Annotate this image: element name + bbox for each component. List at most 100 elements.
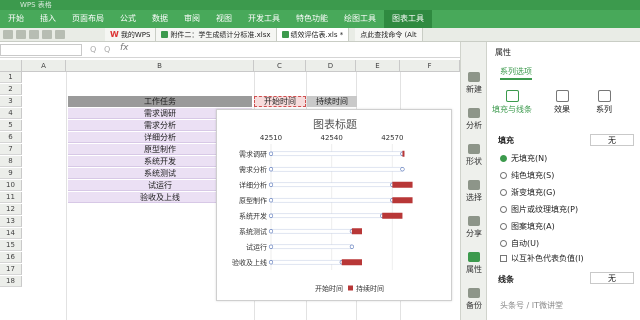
start-bar <box>270 244 353 250</box>
category-label: 系统测试 <box>239 227 267 236</box>
tab-series[interactable]: 系列 <box>584 90 624 115</box>
menu-page-layout[interactable]: 页面布局 <box>64 10 112 28</box>
command-search[interactable]: 点此查找命令 (Alt <box>355 28 423 41</box>
menu-drawing-tools[interactable]: 绘图工具 <box>336 10 384 28</box>
invert-negative-checkbox[interactable]: 以互补色代表负值(I) <box>500 253 584 264</box>
menu-chart-tools[interactable]: 图表工具 <box>384 10 432 28</box>
column-header[interactable]: C <box>254 60 306 72</box>
option-gradient-fill[interactable]: 渐变填充(G) <box>500 187 555 198</box>
tab-my-wps[interactable]: W 我的WPS <box>105 28 157 41</box>
row-header[interactable]: 2 <box>0 84 22 95</box>
menu-data[interactable]: 数据 <box>144 10 176 28</box>
menu-formula[interactable]: 公式 <box>112 10 144 28</box>
row-header[interactable]: 7 <box>0 144 22 155</box>
corner-cell[interactable] <box>0 60 22 72</box>
gantt-chart[interactable]: 图表标题 42510 42540 42570 需求调研 需求分析 详细分析 原型制作 系统开发系… <box>216 109 452 301</box>
row-header[interactable]: 18 <box>0 276 22 287</box>
tab-effects[interactable]: 效果 <box>542 90 582 115</box>
tab-label: 点此查找命令 (Alt <box>360 30 417 39</box>
open-icon[interactable] <box>3 30 13 39</box>
row-header[interactable]: 8 <box>0 156 22 167</box>
side-toolbar: 新建 分析 形状 选择 分享 属性 备份 <box>460 42 486 320</box>
tab-fill-line[interactable]: 填充与线条 <box>492 90 532 115</box>
tool-shapes[interactable]: 形状 <box>461 144 487 167</box>
option-solid-fill[interactable]: 纯色填充(S) <box>500 170 554 181</box>
option-label: 渐变填充(G) <box>511 188 556 197</box>
tool-label: 备份 <box>466 301 482 310</box>
row-header[interactable]: 14 <box>0 228 22 239</box>
column-header[interactable]: D <box>306 60 356 72</box>
menu-developer[interactable]: 开发工具 <box>240 10 288 28</box>
option-no-fill[interactable]: 无填充(N) <box>500 153 547 164</box>
tool-properties[interactable]: 属性 <box>461 252 487 275</box>
name-box[interactable] <box>0 44 82 56</box>
menu-special[interactable]: 特色功能 <box>288 10 336 28</box>
menu-home[interactable]: 开始 <box>0 10 32 28</box>
duration-bar <box>351 228 362 235</box>
tool-label: 分享 <box>466 229 482 238</box>
tool-share[interactable]: 分享 <box>461 216 487 239</box>
line-value-select[interactable]: 无 <box>590 272 634 284</box>
column-header[interactable]: F <box>400 60 460 72</box>
row-header[interactable]: 16 <box>0 252 22 263</box>
tab-performance-file[interactable]: 绩效评估表.xls * <box>276 28 350 41</box>
row-header[interactable]: 9 <box>0 168 22 179</box>
tool-new[interactable]: 新建 <box>461 72 487 95</box>
fill-section-label[interactable]: 填充 <box>498 135 514 146</box>
row-header[interactable]: 1 <box>0 72 22 83</box>
column-header[interactable]: E <box>356 60 400 72</box>
header-cell-start[interactable]: 开始时间 <box>254 96 306 107</box>
category-label: 原型制作 <box>239 196 267 205</box>
menu-insert[interactable]: 插入 <box>32 10 64 28</box>
chart-title: 图表标题 <box>313 117 357 131</box>
category-label: 需求调研 <box>239 149 267 158</box>
spreadsheet-grid[interactable]: A B C D E F 1 2 3 4 5 6 7 8 9 10 11 12 1… <box>0 60 460 320</box>
header-cell-task[interactable]: 工作任务 <box>68 96 252 107</box>
row-header[interactable]: 10 <box>0 180 22 191</box>
tool-backup[interactable]: 备份 <box>461 288 487 311</box>
tool-select[interactable]: 选择 <box>461 180 487 203</box>
column-header[interactable]: B <box>66 60 254 72</box>
app-title: WPS 表格 <box>20 1 52 9</box>
row-header[interactable]: 11 <box>0 192 22 203</box>
radio-icon <box>500 206 507 213</box>
row-header[interactable]: 6 <box>0 132 22 143</box>
row-header[interactable]: 12 <box>0 204 22 215</box>
option-auto[interactable]: 自动(U) <box>500 238 539 249</box>
zoom-icon-2[interactable]: Q <box>104 45 110 54</box>
row-header[interactable]: 13 <box>0 216 22 227</box>
line-section-label[interactable]: 线条 <box>498 274 514 285</box>
header-cell-duration[interactable]: 持续时间 <box>307 96 357 107</box>
sheet-file-icon <box>161 31 169 38</box>
new-icon <box>468 72 480 82</box>
tool-analysis[interactable]: 分析 <box>461 108 487 131</box>
row-header[interactable]: 17 <box>0 264 22 275</box>
column-header[interactable]: A <box>22 60 66 72</box>
radio-icon <box>500 189 507 196</box>
menu-review[interactable]: 审阅 <box>176 10 208 28</box>
function-icon[interactable]: fx <box>120 43 129 53</box>
undo-icon[interactable] <box>42 30 52 39</box>
row-header[interactable]: 4 <box>0 108 22 119</box>
series-bars-icon <box>597 90 611 102</box>
tab-grading-file[interactable]: 附件二：学生成绩计分标准.xlsx <box>156 28 277 41</box>
zoom-icon[interactable]: Q <box>90 45 96 54</box>
print-icon[interactable] <box>29 30 39 39</box>
option-pattern-fill[interactable]: 图案填充(A) <box>500 221 555 232</box>
option-picture-fill[interactable]: 图片或纹理填充(P) <box>500 204 578 215</box>
save-icon[interactable] <box>16 30 26 39</box>
row-header[interactable]: 3 <box>0 96 22 107</box>
option-label: 以互补色代表负值(I) <box>511 254 584 263</box>
row-header[interactable]: 15 <box>0 240 22 251</box>
radio-icon <box>500 155 507 162</box>
option-label: 自动(U) <box>511 239 540 248</box>
legend-label-start: 开始时间 <box>315 284 343 293</box>
fill-bucket-icon <box>505 90 519 102</box>
series-options-dropdown[interactable]: 系列选项 <box>500 66 532 80</box>
fill-value-select[interactable]: 无 <box>590 134 634 146</box>
option-label: 无填充(N) <box>511 154 548 163</box>
row-header[interactable]: 5 <box>0 120 22 131</box>
tab-label: 系列 <box>596 105 612 114</box>
redo-icon[interactable] <box>55 30 65 39</box>
menu-view[interactable]: 视图 <box>208 10 240 28</box>
